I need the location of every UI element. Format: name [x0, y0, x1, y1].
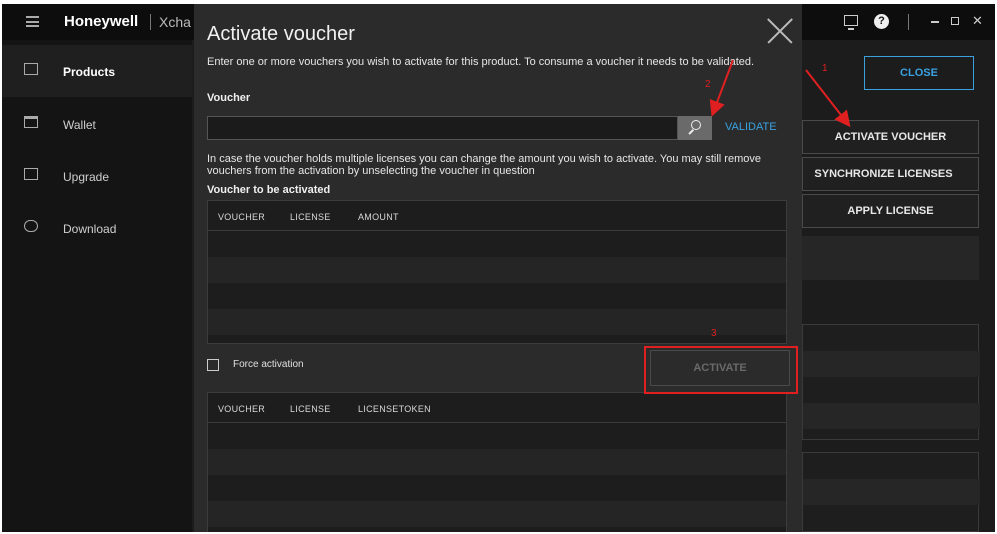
annotation-arrows [709, 59, 851, 128]
annotation-arrow-2 [709, 59, 734, 117]
annotation-arrow-1 [805, 69, 851, 128]
